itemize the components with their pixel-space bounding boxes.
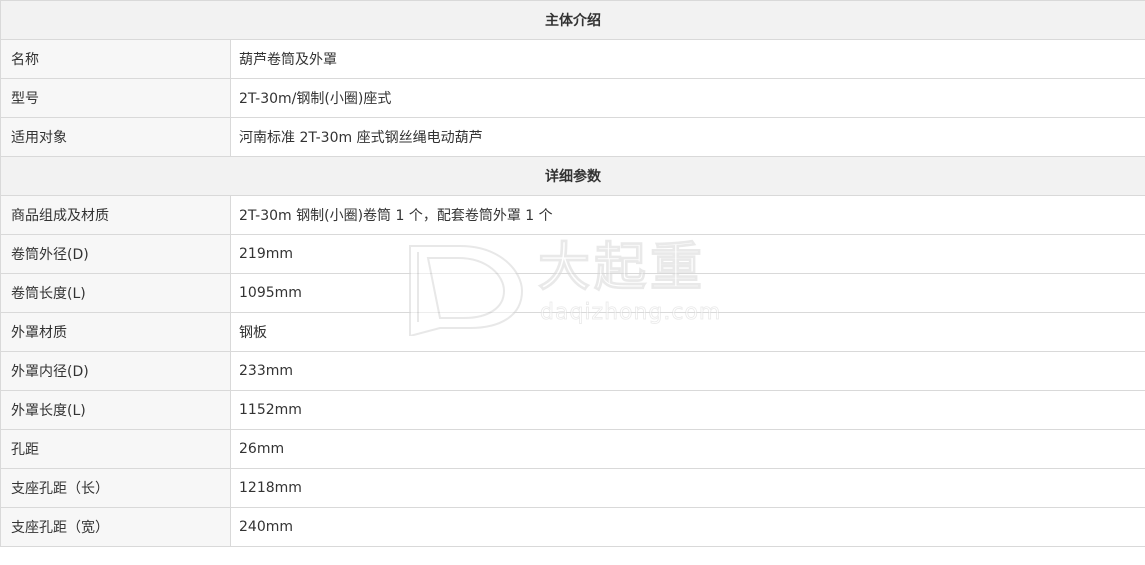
- section-title: 详细参数: [0, 156, 1145, 196]
- table-row: 型号 2T-30m/钢制(小圈)座式: [0, 78, 1145, 118]
- row-value: 233mm: [230, 351, 1145, 391]
- table-row: 卷筒外径(D) 219mm: [0, 234, 1145, 274]
- row-label: 外罩长度(L): [0, 390, 231, 430]
- row-label: 外罩内径(D): [0, 351, 231, 391]
- row-label: 卷筒长度(L): [0, 273, 231, 313]
- row-label: 外罩材质: [0, 312, 231, 352]
- row-value: 1095mm: [230, 273, 1145, 313]
- table-row: 适用对象 河南标准 2T-30m 座式钢丝绳电动葫芦: [0, 117, 1145, 157]
- row-value: 1152mm: [230, 390, 1145, 430]
- row-label: 孔距: [0, 429, 231, 469]
- row-label: 支座孔距（宽）: [0, 507, 231, 547]
- table-row: 名称 葫芦卷筒及外罩: [0, 39, 1145, 79]
- table-row: 孔距 26mm: [0, 429, 1145, 469]
- section-header-details: 详细参数: [0, 156, 1145, 196]
- row-value: 钢板: [230, 312, 1145, 352]
- row-value: 2T-30m 钢制(小圈)卷筒 1 个，配套卷筒外罩 1 个: [230, 195, 1145, 235]
- row-value: 1218mm: [230, 468, 1145, 508]
- table-row: 支座孔距（宽） 240mm: [0, 507, 1145, 547]
- row-value: 2T-30m/钢制(小圈)座式: [230, 78, 1145, 118]
- table-row: 支座孔距（长） 1218mm: [0, 468, 1145, 508]
- row-value: 葫芦卷筒及外罩: [230, 39, 1145, 79]
- row-label: 商品组成及材质: [0, 195, 231, 235]
- table-row: 外罩长度(L) 1152mm: [0, 390, 1145, 430]
- spec-table: 主体介绍 名称 葫芦卷筒及外罩 型号 2T-30m/钢制(小圈)座式 适用对象 …: [0, 0, 1145, 547]
- row-value: 河南标准 2T-30m 座式钢丝绳电动葫芦: [230, 117, 1145, 157]
- table-row: 卷筒长度(L) 1095mm: [0, 273, 1145, 313]
- table-row: 外罩内径(D) 233mm: [0, 351, 1145, 391]
- table-row: 外罩材质 钢板: [0, 312, 1145, 352]
- row-label: 支座孔距（长）: [0, 468, 231, 508]
- table-row: 商品组成及材质 2T-30m 钢制(小圈)卷筒 1 个，配套卷筒外罩 1 个: [0, 195, 1145, 235]
- section-header-intro: 主体介绍: [0, 0, 1145, 40]
- row-label: 卷筒外径(D): [0, 234, 231, 274]
- row-label: 适用对象: [0, 117, 231, 157]
- row-label: 名称: [0, 39, 231, 79]
- section-title: 主体介绍: [0, 0, 1145, 40]
- row-value: 219mm: [230, 234, 1145, 274]
- row-value: 240mm: [230, 507, 1145, 547]
- row-value: 26mm: [230, 429, 1145, 469]
- row-label: 型号: [0, 78, 231, 118]
